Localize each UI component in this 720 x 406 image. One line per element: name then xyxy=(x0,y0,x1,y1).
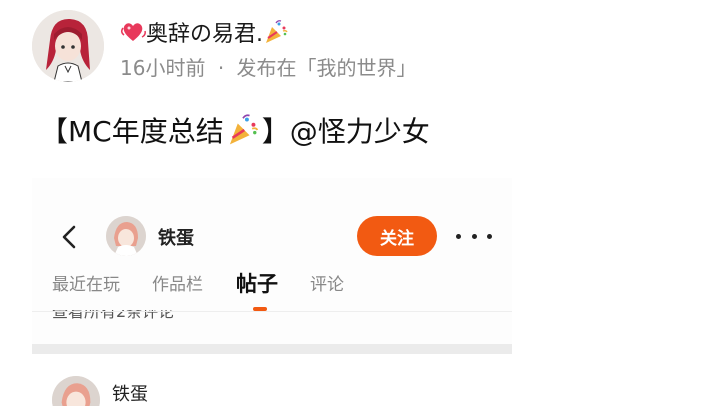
back-button[interactable] xyxy=(58,224,80,250)
view-all-comments-cutoff[interactable]: 查看所有2条评论 xyxy=(52,310,174,324)
embedded-screenshot[interactable]: 铁蛋 关注 最近在玩 作品栏 帖子 评论 查看所有2条评论 铁蛋 xyxy=(32,178,512,406)
more-dot xyxy=(471,233,477,239)
divider xyxy=(32,311,512,312)
post-meta: 16小时前 · 发布在「我的世界」 xyxy=(120,52,417,81)
comment-section xyxy=(32,354,512,406)
post-text-suffix: 】@怪力少女 xyxy=(261,115,430,148)
more-dot xyxy=(487,233,492,239)
author-name[interactable]: 奥辞の易君. xyxy=(120,16,289,48)
post-location[interactable]: 发布在「我的世界」 xyxy=(237,56,417,80)
user-name: 铁蛋 xyxy=(158,228,194,249)
section-separator xyxy=(32,344,512,354)
post-text: 【MC年度总结 】@怪力少女 xyxy=(40,110,430,150)
follow-button[interactable]: 关注 xyxy=(357,216,437,256)
user-avatar[interactable] xyxy=(106,216,146,256)
tab-comments[interactable]: 评论 xyxy=(310,270,344,295)
more-dot xyxy=(456,233,461,239)
party-popper-icon xyxy=(263,19,289,45)
tab-works[interactable]: 作品栏 xyxy=(152,270,203,295)
tab-recent[interactable]: 最近在玩 xyxy=(52,270,120,295)
author-name-text: 奥辞の易君. xyxy=(146,22,263,47)
chevron-left-icon xyxy=(62,225,76,249)
post-text-prefix: 【MC年度总结 xyxy=(40,115,224,148)
sparkling-heart-icon xyxy=(120,19,146,45)
meta-separator: · xyxy=(217,56,225,80)
more-options-button[interactable] xyxy=(456,226,492,246)
author-avatar[interactable] xyxy=(32,10,104,82)
tab-posts[interactable]: 帖子 xyxy=(236,268,278,298)
party-popper-icon xyxy=(226,113,260,147)
comment-user-name: 铁蛋 xyxy=(112,384,148,405)
post-time: 16小时前 xyxy=(120,56,206,80)
